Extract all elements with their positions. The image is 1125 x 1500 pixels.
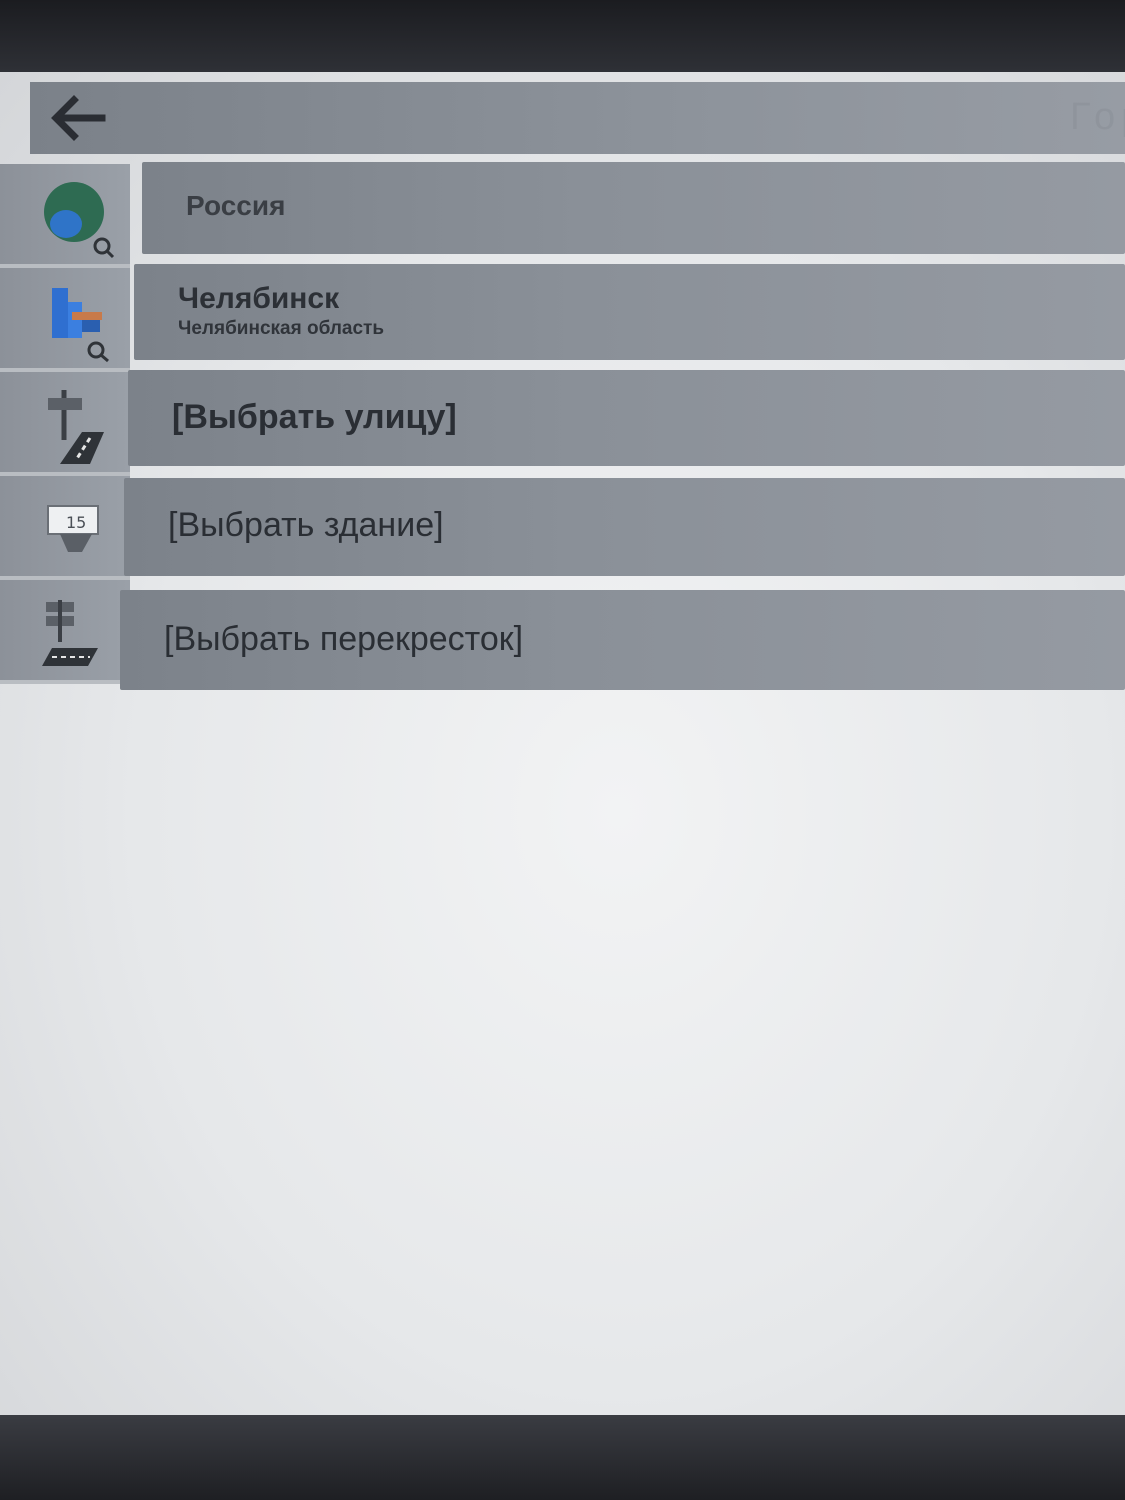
select-street-label: [Выбрать улицу] [172, 398, 457, 436]
arrow-left-icon [51, 95, 106, 141]
globe-search-icon [44, 182, 115, 259]
screen: Гор [0, 72, 1125, 1417]
row-select-street[interactable]: [Выбрать улицу] [128, 370, 1125, 466]
row-city-region: Челябинская область [178, 318, 385, 339]
icon-cell-intersection [0, 580, 130, 684]
row-city[interactable]: Челябинск Челябинская область [134, 264, 1125, 360]
svg-text:15: 15 [66, 513, 86, 532]
row-country-label: Россия [186, 190, 286, 221]
row-select-building[interactable]: [Выбрать здание] [124, 478, 1125, 576]
icon-column: 15 [0, 164, 132, 692]
select-building-label: [Выбрать здание] [168, 506, 444, 544]
back-button[interactable] [48, 92, 110, 144]
device-bezel-top [0, 0, 1125, 75]
icon-cell-building: 15 [0, 476, 130, 580]
street-sign-icon [48, 390, 104, 464]
icon-cell-country [0, 164, 130, 268]
header-bar: Гор [30, 82, 1125, 154]
select-intersection-label: [Выбрать перекресток] [164, 620, 524, 658]
row-select-intersection[interactable]: [Выбрать перекресток] [120, 590, 1125, 690]
row-city-label: Челябинск [178, 282, 340, 315]
icon-cell-street [0, 372, 130, 476]
building-number-icon: 15 [47, 505, 99, 552]
intersection-icon [42, 600, 98, 666]
icon-cell-city [0, 268, 130, 372]
city-search-icon [52, 288, 109, 363]
page-title: Гор [1070, 96, 1125, 138]
device-bezel-bottom [0, 1415, 1125, 1500]
row-country[interactable]: Россия [142, 162, 1125, 254]
